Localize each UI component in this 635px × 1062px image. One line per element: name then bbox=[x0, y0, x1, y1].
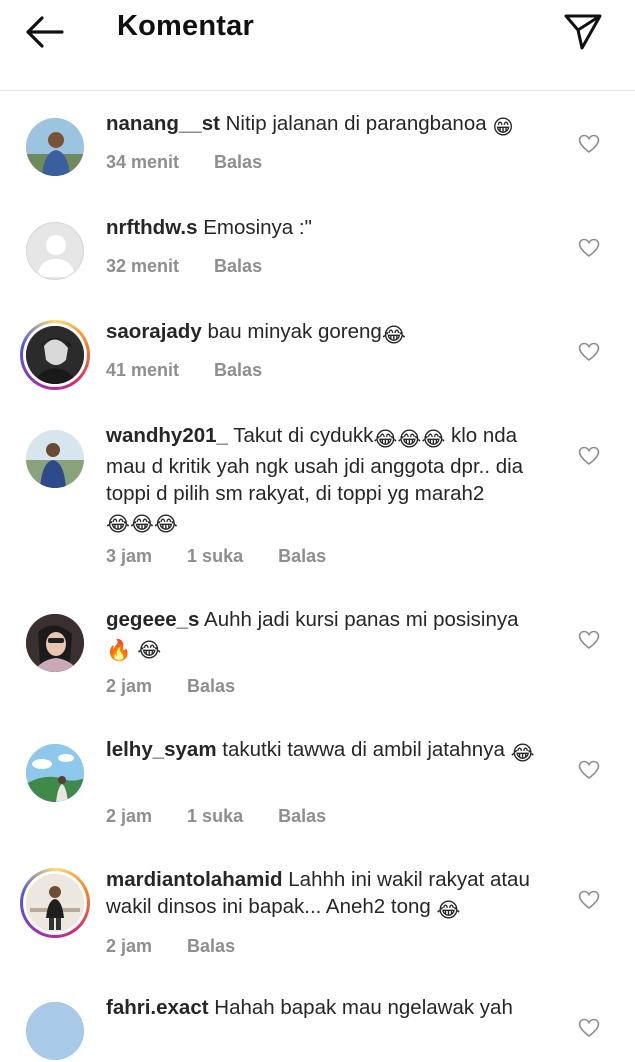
comment-username[interactable]: lelhy_syam bbox=[106, 738, 217, 761]
comment-username[interactable]: fahri.exact bbox=[106, 996, 209, 1019]
page-title: Komentar bbox=[117, 10, 254, 42]
heart-icon[interactable] bbox=[578, 760, 600, 780]
avatar[interactable] bbox=[20, 320, 90, 390]
comment-time: 41 menit bbox=[106, 360, 180, 380]
comment-text: mardiantolahamid Lahhh ini wakil rakyat … bbox=[106, 866, 561, 924]
comment-username[interactable]: gegeee_s bbox=[106, 608, 199, 631]
comment-body: takutki tawwa di ambil jatahnya bbox=[222, 738, 505, 761]
comment-text: saorajady bau minyak goreng😂 bbox=[106, 318, 561, 349]
like-count[interactable]: 1 suka bbox=[187, 546, 243, 566]
top-bar: Komentar bbox=[0, 0, 635, 91]
comment-meta: 3 jam 1 suka Balas bbox=[106, 546, 356, 567]
comment-username[interactable]: saorajady bbox=[106, 320, 202, 343]
comment-username[interactable]: nrfthdw.s bbox=[106, 216, 197, 239]
comment-time: 3 jam bbox=[106, 546, 153, 566]
heart-icon[interactable] bbox=[578, 342, 600, 362]
reply-button[interactable]: Balas bbox=[187, 676, 235, 696]
comment-body: bau minyak goreng bbox=[207, 320, 382, 343]
comment-text: lelhy_syam takutki tawwa di ambil jatahn… bbox=[106, 736, 561, 767]
reply-button[interactable]: Balas bbox=[278, 546, 326, 566]
like-count[interactable]: 1 suka bbox=[187, 806, 243, 826]
heart-icon[interactable] bbox=[578, 890, 600, 910]
avatar[interactable] bbox=[24, 116, 86, 178]
reply-button[interactable]: Balas bbox=[214, 256, 262, 276]
reply-button[interactable]: Balas bbox=[214, 360, 262, 380]
comment-body: Takut di cydukk bbox=[233, 424, 374, 447]
comment-emoji: 😂😂😂 bbox=[106, 513, 178, 536]
comment-meta: 41 menit Balas bbox=[106, 360, 292, 381]
comment-emoji: 😁 bbox=[492, 116, 514, 139]
reply-button[interactable]: Balas bbox=[187, 936, 235, 956]
comment-meta: 2 jam 1 suka Balas bbox=[106, 806, 356, 827]
avatar[interactable] bbox=[24, 220, 86, 282]
heart-icon[interactable] bbox=[578, 630, 600, 650]
paper-plane-icon[interactable] bbox=[562, 10, 604, 52]
comment-body: Auhh jadi kursi panas mi posisinya bbox=[204, 608, 519, 631]
comment-text: wandhy201_ Takut di cydukk😂😂😂 klo nda ma… bbox=[106, 422, 561, 538]
heart-icon[interactable] bbox=[578, 238, 600, 258]
comment-body: Nitip jalanan di parangbanoa bbox=[225, 112, 487, 135]
comment-time: 2 jam bbox=[106, 676, 153, 696]
reply-button[interactable]: Balas bbox=[278, 806, 326, 826]
heart-icon[interactable] bbox=[578, 1018, 600, 1038]
comment-meta: 34 menit Balas bbox=[106, 152, 292, 173]
comment-time: 34 menit bbox=[106, 152, 180, 172]
comment-text: fahri.exact Hahah bapak mau ngelawak yah bbox=[106, 994, 561, 1021]
heart-icon[interactable] bbox=[578, 446, 600, 466]
comment-emoji: 🔥 😂 bbox=[106, 639, 162, 662]
avatar[interactable] bbox=[24, 1000, 86, 1062]
arrow-left-icon[interactable] bbox=[22, 12, 66, 52]
avatar[interactable] bbox=[24, 612, 86, 674]
comment-username[interactable]: nanang__st bbox=[106, 112, 220, 135]
avatar[interactable] bbox=[20, 868, 90, 938]
comment-username[interactable]: wandhy201_ bbox=[106, 424, 228, 447]
comment-time: 2 jam bbox=[106, 936, 153, 956]
comment-emoji: 😂 bbox=[436, 899, 461, 922]
reply-button[interactable]: Balas bbox=[214, 152, 262, 172]
comment-meta: 2 jam Balas bbox=[106, 676, 265, 697]
comment-time: 32 menit bbox=[106, 256, 180, 276]
comment-meta: 2 jam Balas bbox=[106, 936, 265, 957]
comment-body: Hahah bapak mau ngelawak yah bbox=[214, 996, 513, 1019]
heart-icon[interactable] bbox=[578, 134, 600, 154]
comment-username[interactable]: mardiantolahamid bbox=[106, 868, 283, 891]
comment-emoji: 😂😂😂 bbox=[373, 428, 446, 451]
avatar[interactable] bbox=[24, 742, 86, 804]
comment-emoji: 😂 bbox=[510, 742, 535, 765]
comment-meta: 32 menit Balas bbox=[106, 256, 292, 277]
comment-text: gegeee_s Auhh jadi kursi panas mi posisi… bbox=[106, 606, 561, 664]
comment-time: 2 jam bbox=[106, 806, 153, 826]
comment-emoji: 😂 bbox=[381, 324, 406, 347]
comment-body: Emosinya :" bbox=[203, 216, 312, 239]
comment-text: nanang__st Nitip jalanan di parangbanoa … bbox=[106, 110, 561, 141]
avatar[interactable] bbox=[24, 428, 86, 490]
comment-text: nrfthdw.s Emosinya :" bbox=[106, 214, 561, 241]
